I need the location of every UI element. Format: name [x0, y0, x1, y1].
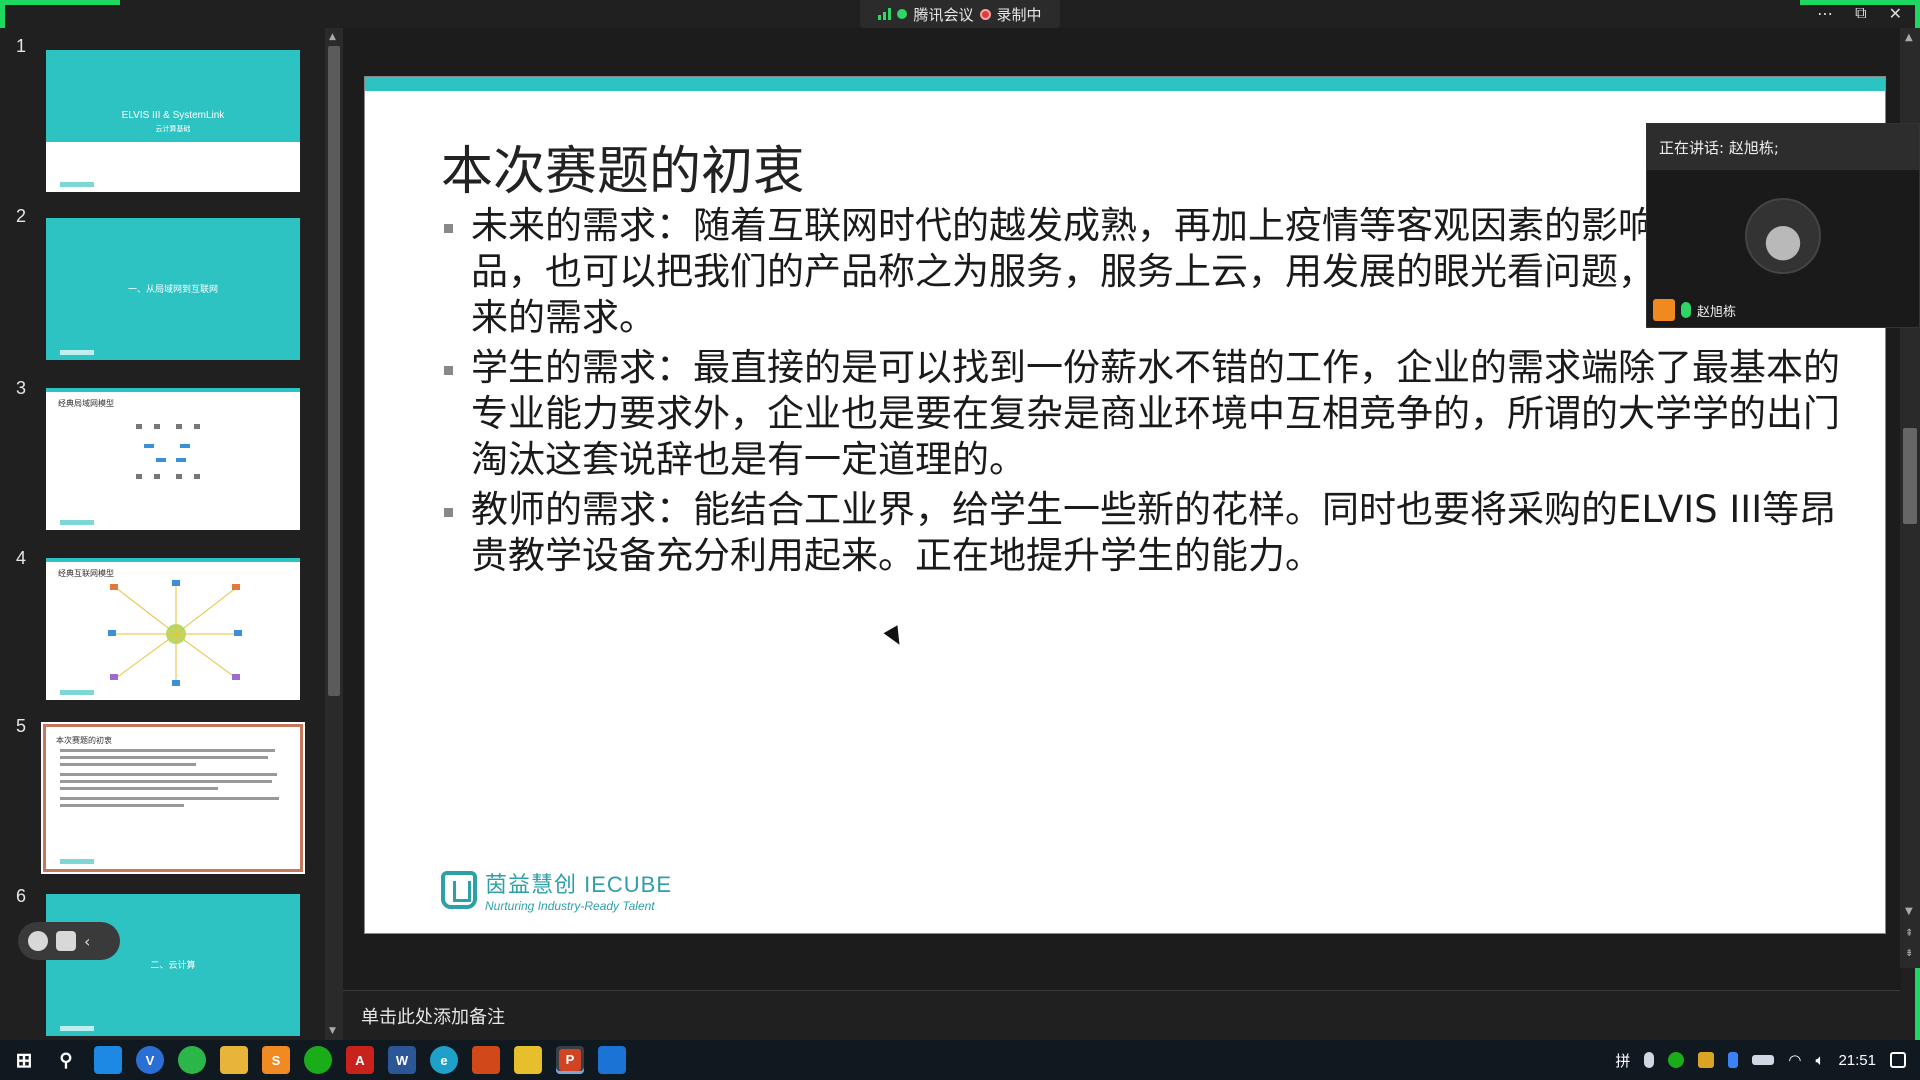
slide-top-band — [365, 77, 1885, 91]
logo-main-text: 茵益慧创 IECUBE — [485, 872, 673, 897]
chat-icon[interactable] — [56, 931, 76, 951]
system-tray: 拼 ◠ 🔈︎ 21:51 — [1615, 1040, 1906, 1080]
thumb-band — [46, 558, 300, 562]
thumb-band — [46, 388, 300, 392]
emoji-icon[interactable] — [28, 931, 48, 951]
meeting-status-bar[interactable]: 腾讯会议 录制中 — [860, 0, 1060, 28]
scrollbar-thumb[interactable] — [328, 46, 340, 696]
thumb-title: 一、从局域网到互联网 — [127, 284, 218, 294]
thumb-number: 5 — [16, 716, 27, 736]
speaker-name: 赵旭栋 — [1697, 304, 1737, 320]
file-explorer-icon[interactable] — [220, 1046, 248, 1074]
bullet-student-needs: 学生的需求：最直接的是可以找到一份薪水不错的工作，企业的需求端除了最基本的专业能… — [441, 345, 1841, 483]
slide-thumbnail-5[interactable]: 本次赛题的初衷 — [41, 722, 305, 874]
bluetooth-icon[interactable] — [1728, 1052, 1739, 1068]
scroll-down-icon[interactable]: ▼ — [329, 1026, 336, 1036]
bullet-teacher-needs: 教师的需求：能结合工业界，给学生一些新的花样。同时也要将采购的ELVIS III… — [441, 487, 1841, 579]
logo-sub-text: Nurturing Industry-Ready Talent — [485, 899, 655, 913]
ime-indicator[interactable]: 拼 — [1615, 1050, 1630, 1071]
thumb-text-lines — [60, 749, 286, 811]
thumbnails-scrollbar[interactable]: ▲ ▼ — [325, 28, 343, 1040]
speaker-header: 正在讲话: 赵旭栋; — [1647, 124, 1919, 170]
signal-icon — [878, 8, 892, 20]
thumb-title: 经典局域网模型 — [58, 399, 114, 408]
word-icon[interactable]: W — [388, 1046, 416, 1074]
store-icon[interactable] — [94, 1046, 122, 1074]
previous-slide-icon[interactable]: ⇞ — [1905, 928, 1913, 939]
scroll-up-icon[interactable]: ▲ — [1905, 32, 1913, 43]
screen: 腾讯会议 录制中 ⋯ ⧉ ✕ 1 ELVIS III & SystemLink … — [0, 0, 1920, 1080]
slide-thumbnail-6[interactable]: 二、云计算 — [46, 894, 300, 1036]
thumb-logo — [60, 859, 94, 864]
search-icon[interactable]: ⚲ — [52, 1046, 80, 1074]
slide-bullets: 未来的需求：随着互联网时代的越发成熟，再加上疫情等客观因素的影响，我们的产品，也… — [441, 203, 1841, 583]
share-frame-top-left — [0, 0, 120, 5]
active-speaker-panel[interactable]: 正在讲话: 赵旭栋; 赵旭栋 — [1646, 123, 1920, 328]
volume-icon[interactable]: 🔈︎ — [1815, 1052, 1824, 1069]
notes-field[interactable]: 单击此处添加备注 — [343, 990, 1900, 1040]
windows-start-icon[interactable]: ⊞ — [10, 1046, 38, 1074]
media-player-icon[interactable] — [514, 1046, 542, 1074]
collapse-chevron-icon[interactable]: ‹ — [84, 932, 90, 951]
iecube-logo: 茵益慧创 IECUBE Nurturing Industry-Ready Tal… — [441, 867, 672, 913]
edge-icon[interactable]: e — [430, 1046, 458, 1074]
scrollbar-thumb[interactable] — [1903, 428, 1917, 524]
slide-thumbnail-3[interactable]: 经典局域网模型 — [46, 388, 300, 530]
thumb-logo — [60, 182, 94, 187]
app-tray-icon[interactable] — [1698, 1052, 1715, 1068]
iecube-logo-icon — [441, 871, 477, 909]
close-icon[interactable]: ✕ — [1889, 4, 1902, 23]
chat-green-icon[interactable] — [178, 1046, 206, 1074]
slide-title: 本次赛题的初衷 — [441, 142, 806, 202]
mic-tray-icon[interactable] — [1644, 1052, 1655, 1068]
thumb-subtitle: 云计算基础 — [155, 126, 191, 133]
photos-icon[interactable] — [598, 1046, 626, 1074]
wechat-icon[interactable] — [304, 1046, 332, 1074]
thumb-title: ELVIS III & SystemLink — [121, 110, 225, 121]
sublime-icon[interactable]: S — [262, 1046, 290, 1074]
meeting-app-name: 腾讯会议 — [913, 6, 974, 24]
thumb-logo — [60, 690, 94, 695]
battery-icon[interactable] — [1752, 1055, 1775, 1065]
thumb-logo — [60, 350, 94, 355]
thumb-internet-diagram — [108, 580, 242, 686]
window-controls: ⋯ ⧉ ✕ — [1817, 0, 1902, 26]
thumb-network-diagram — [136, 424, 200, 479]
slide-thumbnail-2[interactable]: 一、从局域网到互联网 — [46, 218, 300, 360]
bullet-future-needs: 未来的需求：随着互联网时代的越发成熟，再加上疫情等客观因素的影响，我们的产品，也… — [441, 203, 1841, 341]
user-icon — [1653, 299, 1675, 321]
speaker-avatar — [1745, 198, 1821, 274]
speaker-footer: 赵旭栋 — [1653, 299, 1736, 321]
wifi-icon[interactable]: ◠ — [1788, 1051, 1801, 1069]
recording-status[interactable]: 录制中 — [997, 4, 1042, 25]
app-v-icon[interactable]: V — [136, 1046, 164, 1074]
scroll-up-icon[interactable]: ▲ — [329, 32, 336, 42]
connection-dot-icon — [897, 9, 908, 19]
matlab-icon[interactable] — [472, 1046, 500, 1074]
mic-icon — [1681, 302, 1691, 318]
slide-thumbnails-pane: 1 ELVIS III & SystemLink 云计算基础 2 一、从局域网到… — [0, 28, 330, 1040]
thumb-logo — [60, 520, 94, 525]
recording-icon — [979, 8, 991, 20]
thumb-title: 本次赛题的初衷 — [56, 736, 112, 745]
more-icon[interactable]: ⋯ — [1817, 4, 1833, 23]
thumb-logo — [60, 1026, 94, 1031]
slide-thumbnail-4[interactable]: 经典互联网模型 — [46, 558, 300, 700]
thumb-number: 1 — [16, 36, 27, 56]
thumb-number: 2 — [16, 206, 27, 226]
wechat-tray-icon[interactable] — [1668, 1052, 1685, 1068]
thumb-number: 3 — [16, 378, 27, 398]
thumb-number: 6 — [16, 886, 27, 906]
clock[interactable]: 21:51 — [1838, 1052, 1876, 1069]
taskbar: ⊞ ⚲ V S A W e P 拼 ◠ 🔈︎ 21:51 — [0, 1040, 1920, 1080]
thumb-number: 4 — [16, 548, 27, 568]
restore-icon[interactable]: ⧉ — [1855, 3, 1866, 23]
next-slide-icon[interactable]: ⇟ — [1905, 948, 1913, 959]
acrobat-icon[interactable]: A — [346, 1046, 374, 1074]
powerpoint-icon[interactable]: P — [556, 1046, 584, 1074]
slide-thumbnail-1[interactable]: ELVIS III & SystemLink 云计算基础 — [46, 50, 300, 192]
floating-toolbar[interactable]: ‹ — [18, 922, 120, 960]
scroll-down-icon[interactable]: ▼ — [1905, 906, 1913, 917]
notification-icon[interactable] — [1890, 1052, 1906, 1068]
